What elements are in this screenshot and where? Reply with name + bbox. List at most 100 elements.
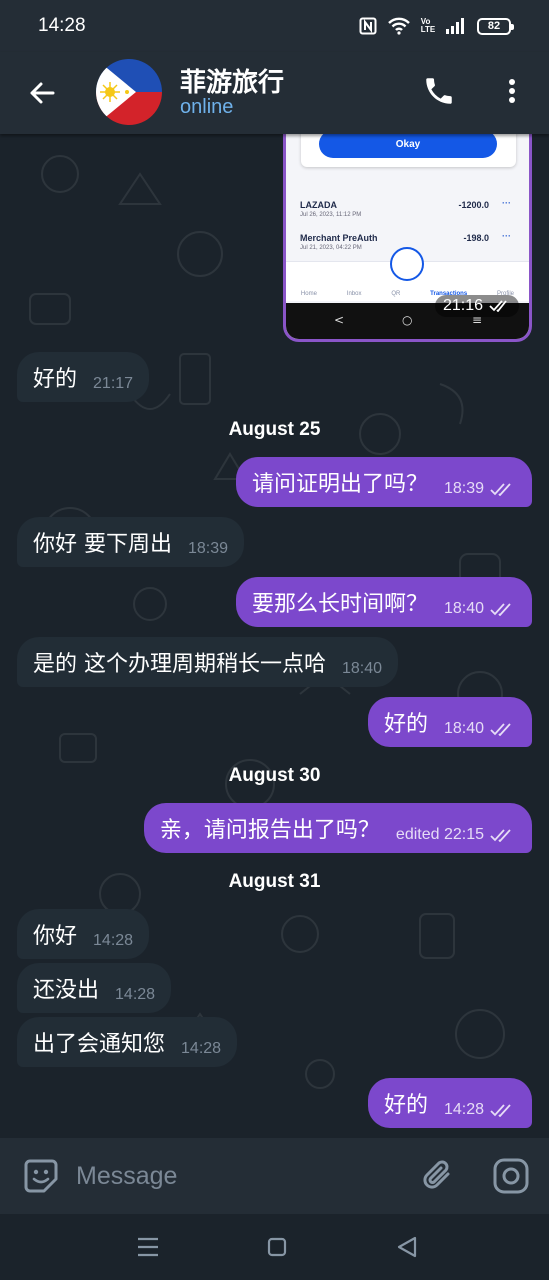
message-outgoing[interactable]: 亲，请问报告出了吗？ edited 22:15 bbox=[143, 803, 532, 853]
double-check-icon bbox=[490, 828, 511, 842]
wifi-icon bbox=[387, 17, 411, 35]
sticker-icon bbox=[24, 1159, 58, 1193]
message-outgoing[interactable]: 请问证明出了吗？ 18:39 bbox=[235, 457, 532, 507]
phone-icon bbox=[426, 78, 452, 104]
image-qr-icon bbox=[390, 247, 424, 281]
double-check-icon bbox=[490, 1103, 511, 1117]
system-back-button[interactable] bbox=[393, 1234, 421, 1260]
paperclip-icon bbox=[423, 1160, 450, 1189]
image-row-amount: -198.0 bbox=[463, 233, 489, 243]
message-time: 18:40 bbox=[444, 600, 516, 618]
message-incoming[interactable]: 出了会通知您 14:28 bbox=[17, 1017, 238, 1067]
triangle-back-icon bbox=[397, 1236, 417, 1258]
message-incoming[interactable]: 还没出 14:28 bbox=[17, 963, 172, 1013]
message-time: 14:28 bbox=[181, 1040, 222, 1057]
double-check-icon bbox=[490, 602, 511, 616]
message-text: 亲，请问报告出了吗？ bbox=[159, 818, 380, 843]
message-text: 好的 bbox=[383, 1093, 428, 1118]
message-time-value: edited 22:15 bbox=[395, 826, 484, 843]
message-incoming[interactable]: 是的 这个办理周期稍长一点哈 18:40 bbox=[17, 637, 399, 687]
message-time: 18:39 bbox=[188, 540, 229, 557]
message-outgoing[interactable]: 要那么长时间啊？ 18:40 bbox=[235, 577, 532, 627]
message-text: 是的 这个办理周期稍长一点哈 bbox=[33, 652, 326, 677]
volte-icon: Vo LTE bbox=[420, 17, 436, 34]
image-time: 21:16 bbox=[442, 297, 483, 314]
square-icon bbox=[267, 1237, 287, 1257]
message-time-value: 18:40 bbox=[443, 720, 484, 737]
message-time: 18:39 bbox=[444, 480, 516, 498]
menu-lines-icon bbox=[138, 1237, 158, 1257]
message-text: 出了会通知您 bbox=[33, 1032, 166, 1057]
message-time: 18:40 bbox=[444, 720, 516, 738]
message-time-value: 18:39 bbox=[443, 480, 484, 497]
image-nav-inbox: Inbox bbox=[346, 291, 362, 297]
system-navigation-bar bbox=[0, 1214, 549, 1280]
message-text: 你好 bbox=[33, 924, 78, 949]
date-separator: August 25 bbox=[228, 419, 321, 440]
image-row-dots: ··· bbox=[502, 231, 511, 241]
image-row-name: LAZADA bbox=[300, 200, 337, 210]
image-message[interactable]: Okay LAZADA Jul 26, 2023, 11:12 PM -1200… bbox=[283, 134, 532, 342]
message-text: 好的 bbox=[383, 712, 428, 737]
message-time: edited 22:15 bbox=[396, 826, 516, 844]
message-text: 请问证明出了吗？ bbox=[251, 472, 428, 497]
double-check-icon bbox=[490, 722, 511, 736]
status-icons: Vo LTE 82 bbox=[359, 17, 514, 35]
chat-area[interactable]: Okay LAZADA Jul 26, 2023, 11:12 PM -1200… bbox=[0, 134, 549, 1138]
image-row-dots: ··· bbox=[502, 198, 511, 208]
image-timestamp: 21:16 bbox=[434, 295, 519, 317]
message-text: 好的 bbox=[33, 367, 78, 392]
arrow-left-icon bbox=[30, 82, 55, 104]
message-time: 14:28 bbox=[93, 932, 134, 949]
call-button[interactable] bbox=[422, 74, 456, 108]
image-row: LAZADA Jul 26, 2023, 11:12 PM bbox=[300, 200, 361, 218]
camera-button[interactable] bbox=[492, 1157, 530, 1195]
message-time: 14:28 bbox=[115, 986, 156, 1003]
message-time: 18:40 bbox=[342, 660, 383, 677]
philippine-flag-icon bbox=[96, 59, 162, 125]
recents-button[interactable] bbox=[134, 1234, 162, 1260]
signal-icon bbox=[445, 17, 467, 35]
image-nav-home: Home bbox=[300, 291, 317, 297]
message-input[interactable] bbox=[76, 1158, 396, 1194]
more-options-button[interactable] bbox=[500, 74, 524, 108]
message-incoming[interactable]: 你好 要下周出 18:39 bbox=[17, 517, 245, 567]
status-bar: 14:28 Vo LTE 82 bbox=[0, 0, 549, 52]
chat-header: 菲游旅行 online bbox=[0, 52, 549, 134]
home-button[interactable] bbox=[263, 1234, 291, 1260]
message-outgoing[interactable]: 好的 18:40 bbox=[367, 697, 532, 747]
message-text: 要那么长时间啊？ bbox=[251, 592, 428, 617]
image-row-amount: -1200.0 bbox=[458, 200, 489, 210]
chat-status: online bbox=[180, 96, 234, 118]
image-okay-button: Okay bbox=[319, 134, 497, 158]
message-time: 21:17 bbox=[93, 375, 134, 392]
camera-icon bbox=[493, 1158, 529, 1194]
image-row-date: Jul 21, 2023, 04:22 PM bbox=[300, 245, 362, 251]
date-separator: August 31 bbox=[228, 871, 321, 892]
image-row: Merchant PreAuth Jul 21, 2023, 04:22 PM bbox=[300, 233, 378, 251]
emoji-button[interactable] bbox=[22, 1157, 60, 1195]
battery-indicator: 82 bbox=[477, 17, 514, 35]
message-composer bbox=[0, 1138, 549, 1214]
more-vertical-icon bbox=[509, 79, 515, 103]
message-incoming[interactable]: 你好 14:28 bbox=[17, 909, 150, 959]
date-separator: August 30 bbox=[228, 765, 321, 786]
image-row-name: Merchant PreAuth bbox=[300, 233, 378, 243]
chat-title[interactable]: 菲游旅行 bbox=[180, 62, 284, 99]
avatar[interactable] bbox=[96, 59, 162, 125]
image-row-date: Jul 26, 2023, 11:12 PM bbox=[300, 212, 362, 218]
message-outgoing[interactable]: 好的 14:28 bbox=[367, 1078, 532, 1128]
attach-button[interactable] bbox=[420, 1157, 458, 1195]
back-button[interactable] bbox=[25, 76, 59, 110]
message-time: 14:28 bbox=[444, 1101, 516, 1119]
image-back-glyph: < bbox=[334, 313, 345, 327]
message-time-value: 18:40 bbox=[443, 600, 484, 617]
message-incoming[interactable]: 好的 21:17 bbox=[17, 352, 150, 402]
message-text: 你好 要下周出 bbox=[33, 532, 172, 557]
image-home-glyph: ○ bbox=[402, 313, 413, 327]
image-nav-qr: QR bbox=[391, 291, 401, 297]
status-time: 14:28 bbox=[38, 15, 86, 36]
message-time-value: 14:28 bbox=[443, 1101, 484, 1118]
nfc-icon bbox=[359, 17, 377, 35]
double-check-icon bbox=[490, 482, 511, 496]
